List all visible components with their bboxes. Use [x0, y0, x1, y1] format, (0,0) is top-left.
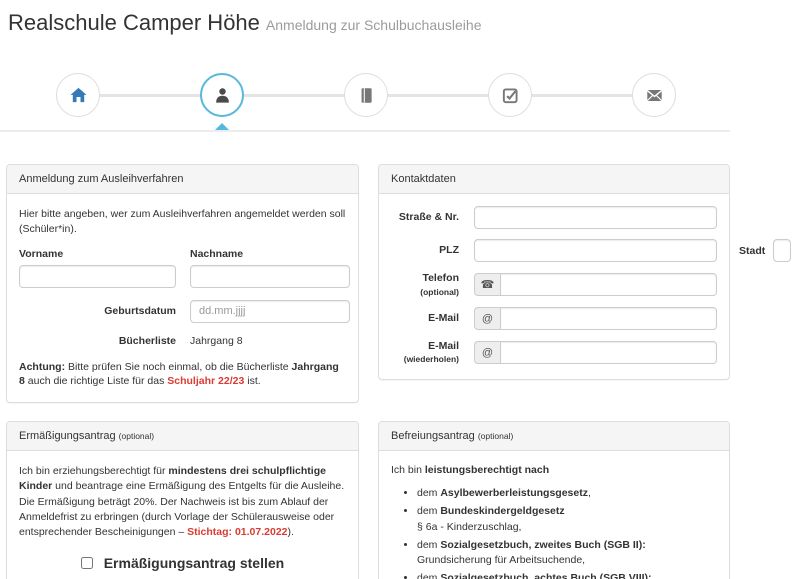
exemption-panel-optional: (optional) [478, 431, 513, 441]
registration-intro: Hier bitte angeben, wer zum Ausleihverfa… [19, 207, 346, 236]
plz-input[interactable] [474, 239, 717, 262]
wizard-stepper [0, 64, 800, 132]
email-repeat-label: E-Mail [428, 340, 459, 352]
page-subtitle: Anmeldung zur Schulbuchausleihe [266, 17, 482, 33]
at-icon: @ [474, 307, 500, 330]
registration-panel-title: Anmeldung zum Ausleihverfahren [7, 165, 358, 194]
list-item: dem Sozialgesetzbuch, achtes Buch (SGB V… [417, 571, 717, 579]
app-header: Realschule Camper Höhe Anmeldung zur Schu… [0, 0, 800, 36]
exemption-intro: Ich bin leistungsberechtigt nach [391, 464, 717, 476]
deadline-highlight: Stichtag: 01.07.2022 [187, 526, 287, 538]
page-title: Realschule Camper Höhe Anmeldung zur Schu… [8, 10, 792, 36]
phone-input[interactable] [500, 273, 717, 296]
step-confirm[interactable] [488, 73, 532, 117]
booklist-warning: Achtung: Bitte prüfen Sie noch einmal, o… [19, 360, 346, 389]
last-name-label: Nachname [190, 248, 350, 260]
phone-icon: ☎ [474, 273, 500, 296]
home-icon [69, 86, 88, 105]
booklist-value: Jahrgang 8 [190, 335, 350, 347]
city-input[interactable] [773, 239, 791, 262]
discount-checkbox[interactable] [81, 557, 93, 569]
page: Realschule Camper Höhe Anmeldung zur Schu… [0, 0, 800, 579]
list-item: dem Asylbewerberleistungsgesetz, [417, 486, 717, 501]
book-icon [357, 86, 376, 105]
step-student[interactable] [200, 73, 244, 117]
discount-panel-title: Ermäßigungsantrag [19, 430, 116, 442]
discount-checkbox-label[interactable]: Ermäßigungsantrag stellen [104, 555, 284, 571]
school-name: Realschule Camper Höhe [8, 10, 260, 35]
birthdate-input[interactable] [190, 300, 350, 323]
stepper-divider [0, 130, 730, 132]
email-repeat-input[interactable] [500, 341, 717, 364]
birthdate-label: Geburtsdatum [19, 305, 176, 317]
exemption-panel-title: Befreiungsantrag [391, 430, 475, 442]
active-step-caret [215, 123, 229, 130]
contact-panel: Kontaktdaten Straße & Nr. PLZ Stadt [378, 164, 730, 380]
email-label: E-Mail [391, 312, 459, 325]
school-year-highlight: Schuljahr 22/23 [167, 375, 244, 387]
street-label: Straße & Nr. [391, 211, 459, 224]
booklist-label: Bücherliste [19, 335, 176, 347]
exemption-panel: Befreiungsantrag (optional) Ich bin leis… [378, 421, 730, 579]
contact-panel-title: Kontaktdaten [379, 165, 729, 194]
at-icon: @ [474, 341, 500, 364]
step-mail[interactable] [632, 73, 676, 117]
step-books[interactable] [344, 73, 388, 117]
phone-label: Telefon [422, 272, 459, 284]
list-item: dem Bundeskindergeldgesetz§ 6a - Kinderz… [417, 504, 717, 534]
mail-icon [645, 86, 664, 105]
discount-text: Ich bin erziehungsberechtigt für mindest… [19, 464, 346, 540]
plz-label: PLZ [391, 244, 459, 257]
email-input[interactable] [500, 307, 717, 330]
discount-checkbox-row: Ermäßigungsantrag stellen [19, 555, 346, 571]
discount-panel: Ermäßigungsantrag (optional) Ich bin erz… [6, 421, 359, 579]
phone-optional-hint: (optional) [391, 287, 459, 298]
first-name-input[interactable] [19, 265, 176, 288]
discount-panel-optional: (optional) [119, 431, 154, 441]
list-item: dem Sozialgesetzbuch, zweites Buch (SGB … [417, 538, 717, 568]
step-home[interactable] [56, 73, 100, 117]
main-content: Anmeldung zum Ausleihverfahren Hier bitt… [6, 164, 794, 579]
person-icon [213, 86, 232, 105]
check-icon [501, 86, 520, 105]
city-label: Stadt [739, 245, 765, 257]
first-name-label: Vorname [19, 248, 176, 260]
email-repeat-hint: (wiederholen) [391, 354, 459, 365]
registration-panel: Anmeldung zum Ausleihverfahren Hier bitt… [6, 164, 359, 403]
exemption-list: dem Asylbewerberleistungsgesetz, dem Bun… [391, 486, 717, 579]
last-name-input[interactable] [190, 265, 350, 288]
street-input[interactable] [474, 206, 717, 229]
